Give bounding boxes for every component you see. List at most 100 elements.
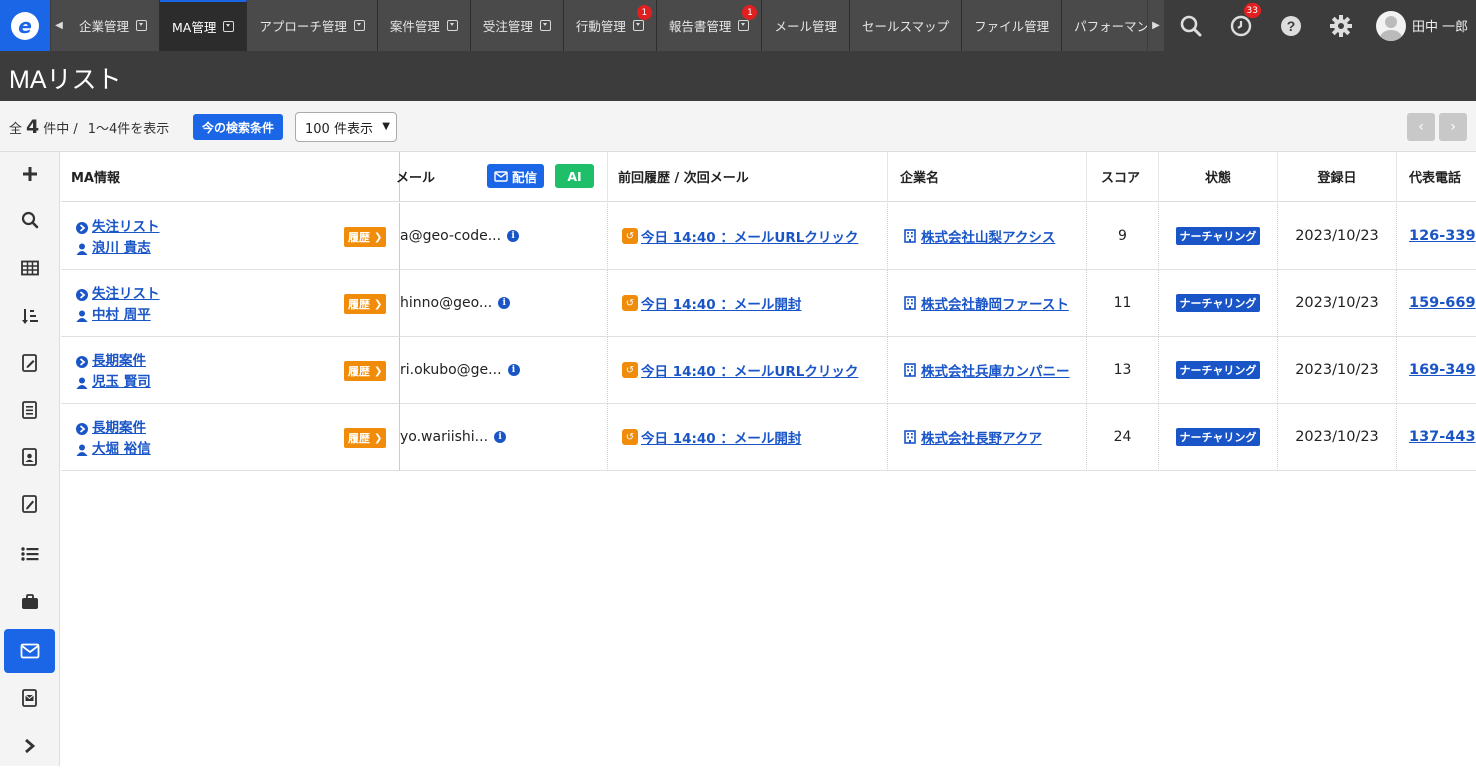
column-header-score[interactable]: スコア — [1087, 152, 1159, 202]
prev-page-button[interactable]: ‹ — [1407, 113, 1435, 141]
column-header-history[interactable]: 前回履歴 / 次回メール — [608, 152, 888, 202]
email-value: hinno@geo... — [400, 295, 493, 311]
column-header-registered[interactable]: 登録日 — [1278, 152, 1397, 202]
help-icon[interactable]: ? — [1266, 0, 1316, 51]
ai-button[interactable]: AI — [555, 164, 594, 188]
circle-arrow-icon — [76, 288, 88, 301]
history-link[interactable]: 今日 14:40 ：メール開封 — [641, 427, 801, 447]
send-mail-button[interactable]: 配信 — [487, 164, 545, 188]
nav-tab[interactable]: メール管理 — [762, 0, 850, 51]
person-link[interactable]: 中村 周平 — [76, 305, 160, 326]
add-icon[interactable] — [4, 152, 55, 196]
dropdown-icon[interactable] — [539, 20, 551, 31]
nav-tab[interactable]: ファイル管理 — [962, 0, 1063, 51]
person-link[interactable]: 浪川 貴志 — [76, 238, 160, 259]
ma-list-link[interactable]: 長期案件 — [76, 418, 151, 439]
dropdown-icon[interactable] — [353, 20, 365, 31]
chevron-right-icon: ❯ — [374, 432, 383, 444]
nav-scroll-left-button[interactable]: ◀ — [51, 0, 67, 51]
notification-badge: 1 — [636, 5, 652, 20]
email-value: yo.wariishi... — [400, 429, 489, 445]
score-cell: 11 — [1087, 270, 1159, 337]
history-clock-icon[interactable]: 33 — [1216, 0, 1266, 51]
history-button[interactable]: 履歴 ❯ — [344, 294, 387, 314]
phone-link[interactable]: 126-339 — [1409, 228, 1476, 244]
app-logo[interactable]: e — [0, 0, 50, 51]
info-icon[interactable]: i — [507, 230, 520, 242]
contact-document-icon[interactable] — [4, 435, 55, 479]
dropdown-icon[interactable] — [136, 20, 148, 31]
company-cell: 株式会社長野アクア — [888, 404, 1087, 471]
nav-tab[interactable]: MA管理 — [160, 0, 248, 51]
sort-icon[interactable] — [4, 294, 55, 338]
search-icon[interactable] — [4, 198, 55, 242]
nav-tab[interactable]: 案件管理 — [377, 0, 471, 51]
status-cell: ナーチャリング — [1159, 270, 1278, 337]
phone-link[interactable]: 137-443 — [1409, 429, 1476, 445]
dropdown-icon[interactable] — [738, 20, 750, 31]
history-link[interactable]: 今日 14:40 ：メール開封 — [641, 293, 801, 313]
history-link[interactable]: 今日 14:40 ：メールURLクリック — [641, 226, 858, 246]
list-icon[interactable] — [4, 532, 55, 576]
document-icon[interactable] — [4, 388, 55, 432]
phone-link[interactable]: 159-669 — [1409, 295, 1476, 311]
column-header-phone[interactable]: 代表電話 — [1397, 152, 1476, 202]
person-link[interactable]: 大堀 裕信 — [76, 439, 151, 460]
column-label: 代表電話 — [1409, 171, 1462, 186]
column-header-mail[interactable]: メール 配信 AI — [396, 152, 608, 202]
expand-sidebar-icon[interactable] — [4, 724, 55, 768]
info-icon[interactable]: i — [498, 297, 511, 309]
ma-list-link[interactable]: 長期案件 — [76, 351, 151, 372]
dropdown-icon[interactable] — [632, 20, 644, 31]
column-header-ma-info[interactable]: MA情報 — [61, 152, 400, 202]
edit-document-icon[interactable] — [4, 341, 55, 385]
ma-list-link[interactable]: 失注リスト — [76, 284, 160, 305]
info-icon[interactable]: i — [494, 431, 507, 443]
registered-date: 2023/10/23 — [1295, 362, 1379, 378]
nav-tab[interactable]: 行動管理 1 — [563, 0, 657, 51]
column-header-company[interactable]: 企業名 — [888, 152, 1087, 202]
user-menu[interactable]: 田中 一郎 — [1376, 0, 1468, 51]
nav-tab[interactable]: 受注管理 — [470, 0, 564, 51]
search-icon[interactable] — [1166, 0, 1216, 51]
column-label: 企業名 — [900, 171, 940, 186]
dropdown-icon[interactable] — [223, 21, 235, 32]
info-icon[interactable]: i — [507, 364, 520, 376]
nav-tabs: 企業管理 MA管理 アプローチ管理 案件管理 受注管理 行動管理 1 報告書管理 1 メール管理 セ… — [67, 0, 1147, 51]
nav-scroll-right-button[interactable]: ▶ — [1148, 0, 1164, 51]
mail-icon — [494, 170, 508, 182]
next-page-button[interactable]: › — [1439, 113, 1467, 141]
chevron-right-icon: ❯ — [374, 365, 383, 377]
company-link[interactable]: 株式会社長野アクア — [921, 427, 1042, 447]
ma-list-link[interactable]: 失注リスト — [76, 217, 160, 238]
nav-tab[interactable]: セールスマップ — [849, 0, 963, 51]
mail-icon[interactable] — [4, 629, 55, 673]
history-button[interactable]: 履歴 ❯ — [344, 361, 387, 381]
building-icon — [904, 296, 916, 310]
current-search-condition-button[interactable]: 今の検索条件 — [193, 114, 284, 140]
phone-cell: 137-443 — [1397, 404, 1476, 471]
history-label: 履歴 — [348, 432, 370, 445]
person-name: 中村 周平 — [92, 307, 151, 323]
nav-tab[interactable]: 企業管理 — [67, 0, 161, 51]
company-link[interactable]: 株式会社山梨アクシス — [921, 226, 1055, 246]
company-link[interactable]: 株式会社兵庫カンパニー — [921, 360, 1070, 380]
history-button[interactable]: 履歴 ❯ — [344, 227, 387, 247]
history-button[interactable]: 履歴 ❯ — [344, 428, 387, 448]
mail-document-icon[interactable] — [4, 676, 55, 720]
nav-tab[interactable]: 報告書管理 1 — [656, 0, 763, 51]
table-icon[interactable] — [4, 246, 55, 290]
gear-icon[interactable] — [1316, 0, 1366, 51]
per-page-select[interactable]: 100 件表示 ▼ — [295, 112, 397, 142]
nav-tab[interactable]: パフォーマンス — [1062, 0, 1147, 51]
dropdown-icon[interactable] — [446, 20, 458, 31]
briefcase-icon[interactable] — [4, 580, 55, 624]
phone-link[interactable]: 169-349 — [1409, 362, 1476, 378]
company-link[interactable]: 株式会社静岡ファースト — [921, 293, 1069, 313]
score-value: 24 — [1113, 429, 1132, 445]
person-link[interactable]: 児玉 賢司 — [76, 372, 151, 393]
history-link[interactable]: 今日 14:40 ：メールURLクリック — [641, 360, 858, 380]
edit-report-icon[interactable] — [4, 482, 55, 526]
column-header-status[interactable]: 状態 — [1159, 152, 1278, 202]
nav-tab[interactable]: アプローチ管理 — [247, 0, 378, 51]
